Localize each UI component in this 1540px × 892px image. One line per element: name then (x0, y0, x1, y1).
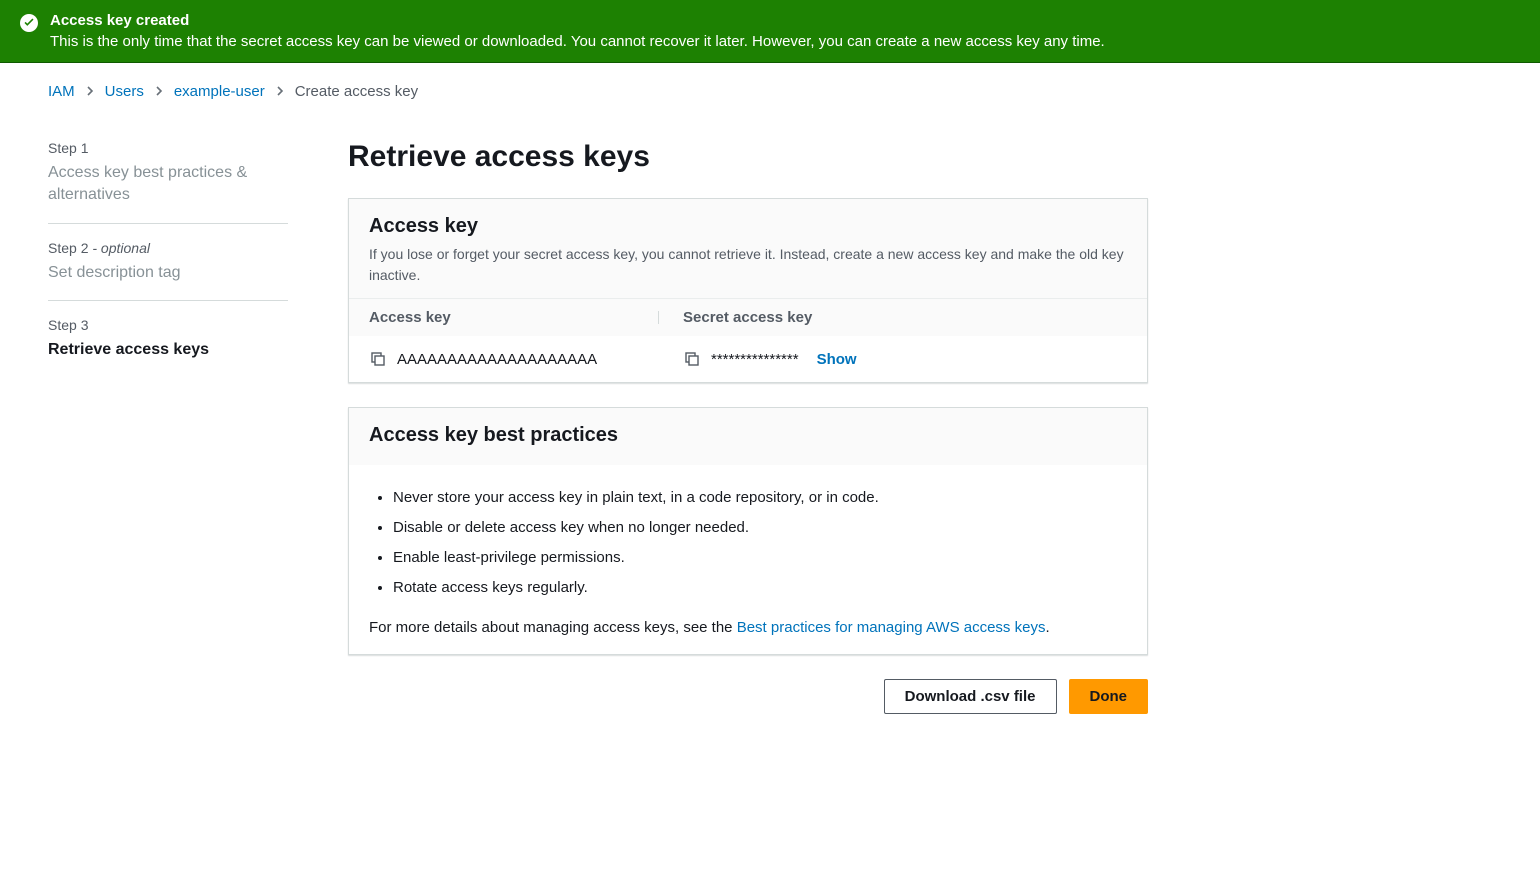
step-label: Step 3 (48, 317, 288, 333)
chevron-right-icon (275, 83, 285, 100)
chevron-right-icon (154, 83, 164, 100)
banner-title: Access key created (50, 12, 1520, 29)
step-title-active: Retrieve access keys (48, 339, 288, 361)
action-buttons: Download .csv file Done (348, 679, 1148, 714)
panel-title: Access key (369, 215, 1127, 238)
page-title: Retrieve access keys (348, 140, 1148, 174)
done-button[interactable]: Done (1069, 679, 1149, 714)
download-csv-button[interactable]: Download .csv file (884, 679, 1057, 714)
divider (48, 300, 288, 301)
breadcrumb-users[interactable]: Users (105, 83, 144, 100)
wizard-step-1: Step 1 Access key best practices & alter… (48, 140, 288, 223)
best-practices-list: Never store your access key in plain tex… (369, 483, 1127, 603)
copy-icon[interactable] (683, 350, 701, 368)
breadcrumb: IAM Users example-user Create access key (48, 83, 1492, 100)
divider (658, 311, 659, 324)
more-info-text: For more details about managing access k… (369, 619, 1127, 636)
copy-icon[interactable] (369, 350, 387, 368)
main-content: Retrieve access keys Access key If you l… (348, 140, 1148, 714)
step-title: Set description tag (48, 262, 288, 284)
panel-description: If you lose or forget your secret access… (369, 244, 1127, 286)
wizard-step-3: Step 3 Retrieve access keys (48, 317, 288, 377)
breadcrumb-iam[interactable]: IAM (48, 83, 75, 100)
show-secret-button[interactable]: Show (817, 351, 857, 368)
panel-title: Access key best practices (369, 424, 1127, 447)
breadcrumb-example-user[interactable]: example-user (174, 83, 265, 100)
divider (48, 223, 288, 224)
wizard-step-2: Step 2 - optional Set description tag (48, 240, 288, 300)
step-label: Step 1 (48, 140, 288, 156)
column-header-secret-key: Secret access key (683, 309, 1127, 326)
success-banner: Access key created This is the only time… (0, 0, 1540, 63)
access-key-value: AAAAAAAAAAAAAAAAAAAA (397, 351, 597, 368)
check-circle-icon (20, 14, 38, 32)
step-title: Access key best practices & alternatives (48, 162, 288, 207)
list-item: Rotate access keys regularly. (393, 573, 1127, 603)
column-header-access-key: Access key (369, 309, 659, 326)
breadcrumb-current: Create access key (295, 83, 418, 100)
access-key-panel: Access key If you lose or forget your se… (348, 198, 1148, 383)
chevron-right-icon (85, 83, 95, 100)
wizard-steps: Step 1 Access key best practices & alter… (48, 140, 288, 714)
step-label: Step 2 - optional (48, 240, 288, 256)
list-item: Never store your access key in plain tex… (393, 483, 1127, 513)
list-item: Disable or delete access key when no lon… (393, 513, 1127, 543)
best-practices-panel: Access key best practices Never store yo… (348, 407, 1148, 655)
best-practices-link[interactable]: Best practices for managing AWS access k… (737, 619, 1046, 636)
banner-message: This is the only time that the secret ac… (50, 33, 1520, 50)
list-item: Enable least-privilege permissions. (393, 543, 1127, 573)
secret-key-masked: *************** (711, 351, 799, 368)
